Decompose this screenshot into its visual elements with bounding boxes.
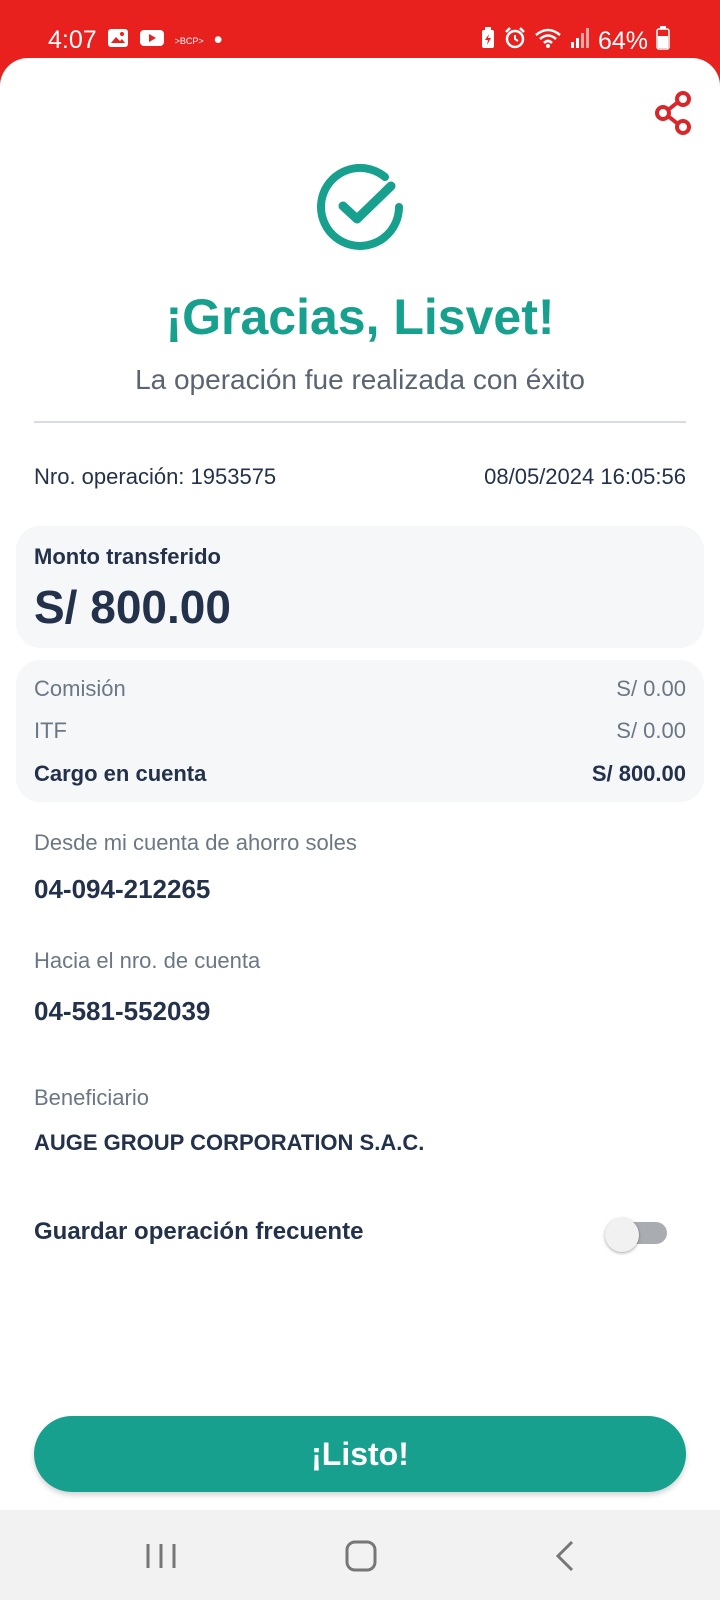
fee-value: S/ 0.00 [616,676,686,701]
status-dot: • [213,26,223,54]
fee-value: S/ 800.00 [591,761,686,786]
alarm-icon [504,27,526,56]
fee-label: Comisión [34,676,126,701]
fee-row-itf: ITF S/ 0.00 [34,718,686,744]
done-button[interactable]: ¡Listo! [34,1416,686,1492]
home-button[interactable] [336,1536,386,1576]
beneficiary-label: Beneficiario [34,1085,149,1110]
to-account-label: Hacia el nro. de cuenta [34,948,261,973]
beneficiary-value: AUGE GROUP CORPORATION S.A.C. [34,1130,425,1155]
toggle-knob [605,1218,639,1252]
page-title: ¡Gracias, Lisvet! [165,289,555,345]
battery-icon [656,26,670,57]
amount-label: Monto transferido [34,544,221,569]
fee-value: S/ 0.00 [616,718,686,743]
fee-label: Cargo en cuenta [34,761,207,786]
wifi-icon [534,27,562,56]
save-frequent-label: Guardar operación frecuente [34,1218,364,1245]
save-frequent-toggle[interactable] [605,1218,667,1252]
home-icon [345,1540,377,1572]
recents-button[interactable] [136,1536,186,1576]
battery-saver-icon [480,27,496,56]
status-left: 4:07 >BCP> • [48,26,222,55]
to-account-value: 04-581-552039 [34,996,211,1026]
youtube-icon [139,26,165,55]
recents-icon [146,1544,176,1568]
amount-card: Monto transferido S/ 800.00 [16,526,704,648]
back-button[interactable] [540,1536,590,1576]
fee-row-charge: Cargo en cuenta S/ 800.00 [34,761,686,787]
from-account-label: Desde mi cuenta de ahorro soles [34,830,357,855]
status-time: 4:07 [48,26,97,54]
signal-icon [570,27,590,56]
operation-row: Nro. operación: 1953575 08/05/2024 16:05… [34,464,686,490]
status-bar: 4:07 >BCP> • 64% [0,0,720,62]
from-account-value: 04-094-212265 [34,874,211,904]
navigation-bar [0,1510,720,1600]
operation-datetime: 08/05/2024 16:05:56 [484,464,686,489]
share-button[interactable] [654,90,694,136]
check-circle-icon [313,160,407,254]
page-subtitle: La operación fue realizada con éxito [135,364,585,395]
battery-percent: 64% [597,27,648,55]
back-icon [555,1540,574,1572]
image-icon [107,26,129,55]
fees-card: Comisión S/ 0.00 ITF S/ 0.00 Cargo en cu… [16,660,704,802]
share-icon [655,91,691,135]
fee-row-commission: Comisión S/ 0.00 [34,676,686,702]
operation-number: Nro. operación: 1953575 [34,464,277,489]
fee-label: ITF [34,718,67,743]
amount-value: S/ 800.00 [34,581,231,633]
bcp-badge: >BCP> [174,35,204,46]
divider [34,421,686,423]
status-right: 64% [480,26,670,57]
